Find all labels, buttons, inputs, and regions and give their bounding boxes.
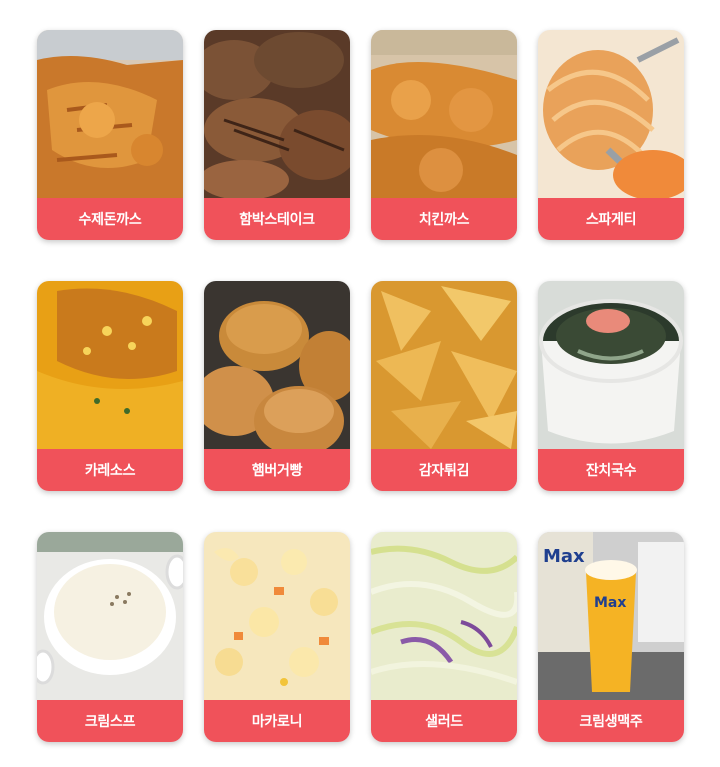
chicken-cutlet-photo: [371, 30, 517, 198]
burger-bun-photo: [204, 281, 350, 449]
menu-label: 마카로니: [204, 700, 350, 742]
cabbage-salad-photo: [371, 532, 517, 700]
menu-label: 카레소스: [37, 449, 183, 491]
menu-card-cream-soup[interactable]: 크림스프: [37, 532, 183, 742]
menu-card-spaghetti[interactable]: 스파게티: [538, 30, 684, 240]
menu-card-draft-beer[interactable]: Max Max 크림생맥주: [538, 532, 684, 742]
menu-label: 햄버거빵: [204, 449, 350, 491]
menu-label: 크림생맥주: [538, 700, 684, 742]
menu-label: 잔치국수: [538, 449, 684, 491]
menu-card-chicken-cutlet[interactable]: 치킨까스: [371, 30, 517, 240]
menu-label: 샐러드: [371, 700, 517, 742]
hamburg-steak-photo: [204, 30, 350, 198]
menu-card-potato-wedges[interactable]: 감자튀김: [371, 281, 517, 491]
macaroni-salad-photo: [204, 532, 350, 700]
menu-card-curry-sauce[interactable]: 카레소스: [37, 281, 183, 491]
svg-text:Max: Max: [543, 546, 585, 567]
svg-text:Max: Max: [594, 595, 626, 611]
menu-grid: 수제돈까스 함박스테이크 치킨까스 스파게티 카레소스 햄버거빵 감자튀김 잔치…: [0, 0, 720, 767]
menu-card-macaroni[interactable]: 마카로니: [204, 532, 350, 742]
noodle-soup-photo: [538, 281, 684, 449]
menu-card-salad[interactable]: 샐러드: [371, 532, 517, 742]
menu-label: 스파게티: [538, 198, 684, 240]
potato-wedges-photo: [371, 281, 517, 449]
pork-cutlet-photo: [37, 30, 183, 198]
menu-card-pork-cutlet[interactable]: 수제돈까스: [37, 30, 183, 240]
menu-label: 함박스테이크: [204, 198, 350, 240]
spaghetti-photo: [538, 30, 684, 198]
menu-label: 감자튀김: [371, 449, 517, 491]
menu-card-burger-bun[interactable]: 햄버거빵: [204, 281, 350, 491]
menu-card-hamburg-steak[interactable]: 함박스테이크: [204, 30, 350, 240]
menu-label: 치킨까스: [371, 198, 517, 240]
menu-label: 크림스프: [37, 700, 183, 742]
curry-sauce-photo: [37, 281, 183, 449]
menu-card-noodle-soup[interactable]: 잔치국수: [538, 281, 684, 491]
cream-soup-photo: [37, 532, 183, 700]
menu-label: 수제돈까스: [37, 198, 183, 240]
draft-beer-photo: Max Max: [538, 532, 684, 700]
